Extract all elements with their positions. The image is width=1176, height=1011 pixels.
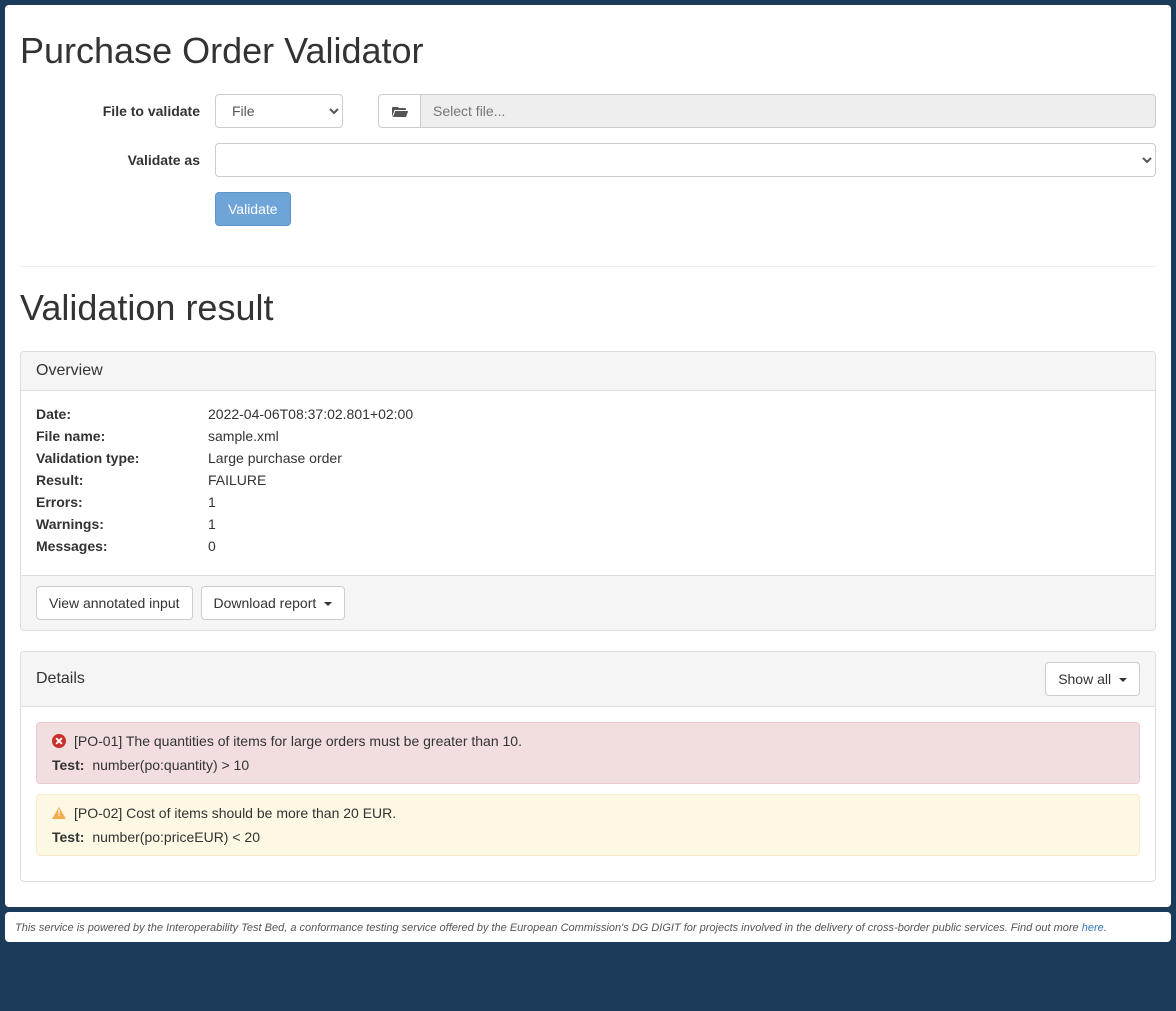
validate-button[interactable]: Validate: [215, 192, 291, 226]
divider: [20, 266, 1156, 267]
test-label: Test:: [52, 829, 84, 845]
overview-row-warnings: Warnings: 1: [36, 516, 1140, 532]
detail-message: [PO-01] The quantities of items for larg…: [74, 733, 522, 749]
details-heading: Details: [36, 670, 85, 688]
open-file-button[interactable]: [378, 94, 420, 128]
file-input-group: [378, 94, 1156, 128]
overview-row-messages: Messages: 0: [36, 538, 1140, 554]
detail-item-error[interactable]: [PO-01] The quantities of items for larg…: [36, 722, 1140, 784]
validate-as-row: Validate as: [20, 143, 1156, 177]
overview-row-validation-type: Validation type: Large purchase order: [36, 450, 1140, 466]
details-panel: Details Show all [PO-01] The quantities …: [20, 651, 1156, 882]
validate-as-label: Validate as: [20, 152, 215, 168]
file-path-input[interactable]: [420, 94, 1156, 128]
download-report-button[interactable]: Download report: [201, 586, 346, 620]
overview-panel: Overview Date: 2022-04-06T08:37:02.801+0…: [20, 351, 1156, 631]
show-all-button[interactable]: Show all: [1045, 662, 1140, 696]
file-row: File to validate File: [20, 94, 1156, 128]
overview-row-errors: Errors: 1: [36, 494, 1140, 510]
overview-row-filename: File name: sample.xml: [36, 428, 1140, 444]
caret-down-icon: [1119, 678, 1127, 682]
view-annotated-input-button[interactable]: View annotated input: [36, 586, 193, 620]
detail-item-warning[interactable]: [PO-02] Cost of items should be more tha…: [36, 794, 1140, 856]
warning-icon: [52, 807, 66, 819]
test-expression: number(po:priceEUR) < 20: [92, 829, 260, 845]
file-label: File to validate: [20, 103, 215, 119]
result-title: Validation result: [20, 287, 1156, 329]
page-title: Purchase Order Validator: [20, 30, 1156, 72]
error-icon: [52, 734, 66, 748]
footer: This service is powered by the Interoper…: [5, 912, 1171, 942]
validate-as-select[interactable]: [215, 143, 1156, 177]
caret-down-icon: [324, 602, 332, 606]
detail-message: [PO-02] Cost of items should be more tha…: [74, 805, 396, 821]
overview-heading: Overview: [36, 362, 103, 380]
footer-link[interactable]: here: [1082, 922, 1104, 934]
overview-row-date: Date: 2022-04-06T08:37:02.801+02:00: [36, 406, 1140, 422]
overview-row-result: Result: FAILURE: [36, 472, 1140, 488]
main-panel: Purchase Order Validator File to validat…: [5, 5, 1171, 907]
footer-text-prefix: This service is powered by the Interoper…: [15, 922, 1082, 934]
folder-open-icon: [392, 104, 408, 118]
app-frame: Purchase Order Validator File to validat…: [0, 0, 1176, 947]
file-source-select[interactable]: File: [215, 94, 343, 128]
footer-text-suffix: .: [1104, 922, 1107, 934]
test-label: Test:: [52, 757, 84, 773]
test-expression: number(po:quantity) > 10: [92, 757, 249, 773]
